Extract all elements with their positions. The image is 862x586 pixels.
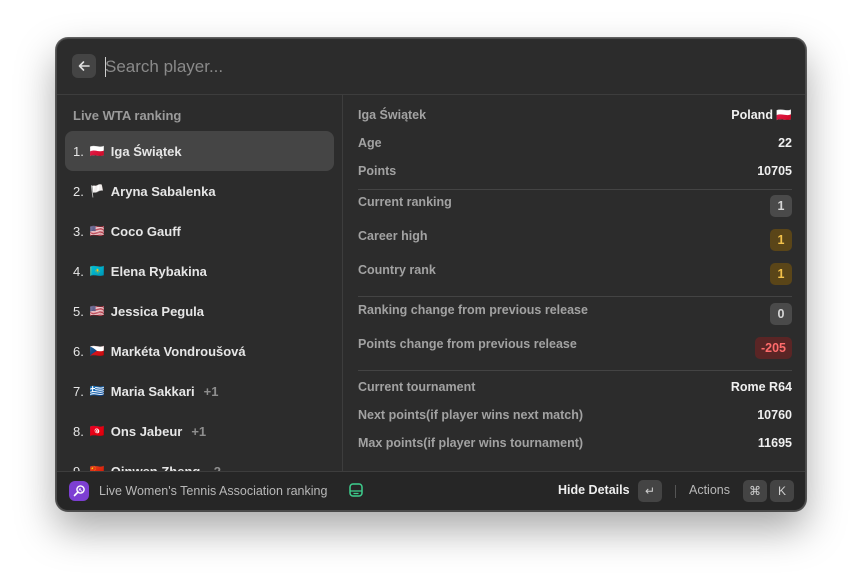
detail-row-max-points: Max points(if player wins tournament) 11… bbox=[358, 429, 792, 457]
enter-key-hint: ↵ bbox=[638, 480, 662, 502]
points-change-label: Points change from previous release bbox=[358, 337, 577, 351]
detail-row-ranking-change: Ranking change from previous release 0 bbox=[358, 299, 792, 333]
item-rank: 5. bbox=[73, 303, 84, 319]
rank-delta: +1 bbox=[191, 423, 207, 439]
actions-button[interactable]: Actions bbox=[689, 483, 730, 497]
item-rank: 2. bbox=[73, 183, 84, 199]
usa-flag-icon: 🇺🇸 bbox=[89, 224, 105, 238]
country-value: Poland 🇵🇱 bbox=[731, 107, 792, 122]
search-bar bbox=[57, 39, 805, 95]
rank-delta: +1 bbox=[203, 383, 219, 399]
ranking-change-tag: 0 bbox=[770, 303, 792, 325]
item-name: Jessica Pegula bbox=[110, 303, 205, 319]
current-ranking-tag: 1 bbox=[770, 195, 792, 217]
detail-row-points: Points 10705 bbox=[358, 157, 792, 185]
list-item[interactable]: 9. 🇨🇳 Qinwen Zheng -2 bbox=[65, 451, 334, 474]
kazakhstan-flag-icon: 🇰🇿 bbox=[89, 264, 105, 278]
back-button[interactable] bbox=[72, 54, 96, 78]
list-item[interactable]: 5. 🇺🇸 Jessica Pegula bbox=[65, 291, 334, 331]
footer-divider bbox=[675, 485, 676, 498]
white-flag-icon: 🏳️ bbox=[89, 184, 105, 198]
cmd-key-hint: ⌘ bbox=[743, 480, 767, 502]
current-ranking-label: Current ranking bbox=[358, 195, 452, 209]
item-name: Maria Sakkari bbox=[110, 383, 195, 399]
item-rank: 3. bbox=[73, 223, 84, 239]
item-name: Ons Jabeur bbox=[110, 423, 183, 439]
points-value: 10705 bbox=[757, 164, 792, 178]
age-value: 22 bbox=[778, 136, 792, 150]
tennis-racket-icon bbox=[73, 485, 85, 497]
list-item[interactable]: 7. 🇬🇷 Maria Sakkari +1 bbox=[65, 371, 334, 411]
country-rank-label: Country rank bbox=[358, 263, 436, 277]
extension-icon bbox=[69, 481, 89, 501]
list-section-title: Live WTA ranking bbox=[73, 108, 182, 123]
item-name: Markéta Vondroušová bbox=[110, 343, 246, 359]
usa-flag-icon: 🇺🇸 bbox=[89, 304, 105, 318]
detail-row-next-points: Next points(if player wins next match) 1… bbox=[358, 401, 792, 429]
max-points-label: Max points(if player wins tournament) bbox=[358, 436, 584, 450]
search-input[interactable] bbox=[105, 53, 705, 81]
next-points-label: Next points(if player wins next match) bbox=[358, 408, 584, 422]
item-rank: 7. bbox=[73, 383, 84, 399]
detail-row-career-high: Career high 1 bbox=[358, 225, 792, 259]
app-window: Live WTA ranking 1. 🇵🇱 Iga Świątek 2. 🏳️… bbox=[56, 38, 806, 511]
item-name: Iga Świątek bbox=[110, 143, 182, 159]
player-list[interactable]: Live WTA ranking 1. 🇵🇱 Iga Świątek 2. 🏳️… bbox=[57, 95, 342, 473]
detail-separator bbox=[358, 189, 792, 190]
item-rank: 1. bbox=[73, 143, 84, 159]
career-high-label: Career high bbox=[358, 229, 428, 243]
czech-flag-icon: 🇨🇿 bbox=[89, 344, 105, 358]
arrow-left-icon bbox=[78, 61, 90, 71]
list-item[interactable]: 6. 🇨🇿 Markéta Vondroušová bbox=[65, 331, 334, 371]
current-tournament-value: Rome R64 bbox=[730, 380, 792, 394]
action-bar: Live Women's Tennis Association ranking … bbox=[57, 471, 805, 510]
store-icon bbox=[348, 482, 364, 503]
tunisia-flag-icon: 🇹🇳 bbox=[89, 424, 105, 438]
detail-row-age: Age 22 bbox=[358, 129, 792, 157]
list-item[interactable]: 4. 🇰🇿 Elena Rybakina bbox=[65, 251, 334, 291]
item-rank: 4. bbox=[73, 263, 84, 279]
player-name-label: Iga Świątek bbox=[358, 108, 427, 122]
detail-panel: Iga Świątek Poland 🇵🇱 Age 22 Points 1070… bbox=[343, 95, 805, 473]
current-tournament-label: Current tournament bbox=[358, 380, 476, 394]
detail-row-points-change: Points change from previous release -205 bbox=[358, 333, 792, 367]
age-label: Age bbox=[358, 136, 382, 150]
greece-flag-icon: 🇬🇷 bbox=[89, 384, 105, 398]
next-points-value: 10760 bbox=[757, 408, 792, 422]
ranking-change-label: Ranking change from previous release bbox=[358, 303, 588, 317]
detail-row-current-ranking: Current ranking 1 bbox=[358, 191, 792, 225]
item-name: Coco Gauff bbox=[110, 223, 181, 239]
points-label: Points bbox=[358, 164, 397, 178]
points-change-tag: -205 bbox=[754, 337, 792, 359]
k-key-hint: K bbox=[770, 480, 794, 502]
poland-flag-icon: 🇵🇱 bbox=[89, 144, 105, 158]
item-name: Elena Rybakina bbox=[110, 263, 207, 279]
item-name: Aryna Sabalenka bbox=[110, 183, 216, 199]
career-high-tag: 1 bbox=[770, 229, 792, 251]
list-item[interactable]: 8. 🇹🇳 Ons Jabeur +1 bbox=[65, 411, 334, 451]
list-item[interactable]: 2. 🏳️ Aryna Sabalenka bbox=[65, 171, 334, 211]
detail-row-player: Iga Świątek Poland 🇵🇱 bbox=[358, 101, 792, 129]
max-points-value: 11695 bbox=[757, 436, 792, 450]
detail-row-current-tournament: Current tournament Rome R64 bbox=[358, 373, 792, 401]
item-rank: 8. bbox=[73, 423, 84, 439]
list-item[interactable]: 1. 🇵🇱 Iga Świątek bbox=[65, 131, 334, 171]
detail-separator bbox=[358, 370, 792, 371]
text-caret bbox=[105, 57, 106, 77]
item-rank: 6. bbox=[73, 343, 84, 359]
hide-details-button[interactable]: Hide Details bbox=[558, 483, 630, 497]
country-rank-tag: 1 bbox=[770, 263, 792, 285]
detail-separator bbox=[358, 296, 792, 297]
detail-row-country-rank: Country rank 1 bbox=[358, 259, 792, 293]
extension-title: Live Women's Tennis Association ranking bbox=[99, 484, 328, 498]
list-item[interactable]: 3. 🇺🇸 Coco Gauff bbox=[65, 211, 334, 251]
